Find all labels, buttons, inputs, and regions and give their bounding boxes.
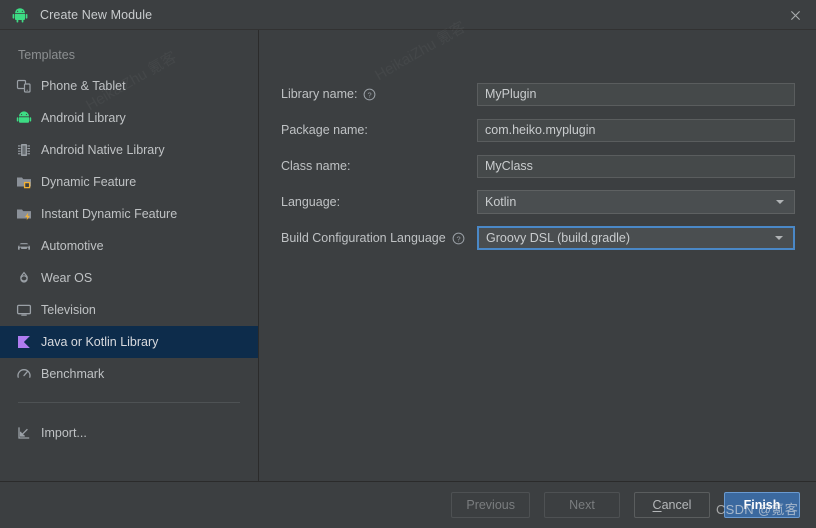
- finish-button[interactable]: Finish: [724, 492, 800, 518]
- dialog-footer: Previous Next Cancel Finish CSDN @氪客: [0, 481, 816, 528]
- library-name-input[interactable]: MyPlugin: [477, 82, 795, 106]
- instant-feature-folder-icon: [17, 209, 31, 221]
- class-name-input[interactable]: MyClass: [477, 154, 795, 178]
- build-configuration-language-label: Build Configuration Language ?: [281, 231, 477, 245]
- module-form: HeikaiZhu 氪客 Library name: ? MyPlugin Pa…: [259, 19, 816, 481]
- dialog-body: HeikaiZhu 氪客 Templates Phone & Tablet: [0, 19, 816, 481]
- package-name-input[interactable]: com.heiko.myplugin: [477, 118, 795, 142]
- label-text: Class name:: [281, 159, 351, 173]
- field-value: MyPlugin: [485, 87, 537, 101]
- sidebar-divider: [18, 402, 240, 403]
- sidebar-item-java-or-kotlin-library[interactable]: Java or Kotlin Library: [0, 326, 258, 358]
- chevron-down-icon: [775, 236, 783, 240]
- label-text: Build Configuration Language: [281, 231, 446, 245]
- sidebar-item-wear-os[interactable]: Wear OS: [0, 262, 258, 294]
- sidebar-item-label: Wear OS: [41, 271, 93, 285]
- sidebar-item-label: Benchmark: [41, 367, 105, 381]
- sidebar-item-television[interactable]: Television: [0, 294, 258, 326]
- package-name-label: Package name:: [281, 123, 477, 137]
- sidebar-item-label: Android Native Library: [41, 143, 165, 157]
- sidebar-item-android-library[interactable]: Android Library: [0, 102, 258, 134]
- sidebar-item-label: Java or Kotlin Library: [41, 335, 159, 349]
- dropdown-value: Groovy DSL (build.gradle): [486, 231, 631, 245]
- sidebar-item-label: Automotive: [41, 239, 104, 253]
- dynamic-feature-folder-icon: [17, 177, 31, 189]
- template-list: Phone & Tablet Android Library Android N…: [0, 70, 258, 390]
- sidebar-item-label: Instant Dynamic Feature: [41, 207, 178, 221]
- svg-text:?: ?: [456, 234, 460, 243]
- field-value: com.heiko.myplugin: [485, 123, 596, 137]
- car-icon: [18, 243, 30, 250]
- templates-header: Templates: [18, 48, 75, 62]
- button-label: Next: [569, 498, 595, 512]
- sidebar-item-import[interactable]: Import...: [0, 417, 258, 449]
- create-new-module-dialog: Create New Module HeikaiZhu 氪客 Templates…: [0, 0, 816, 528]
- svg-text:?: ?: [368, 90, 372, 99]
- sidebar-item-benchmark[interactable]: Benchmark: [0, 358, 258, 390]
- label-text: Library name:: [281, 87, 358, 101]
- kotlin-library-icon: [18, 336, 30, 348]
- sidebar-item-phone-tablet[interactable]: Phone & Tablet: [0, 70, 258, 102]
- form-row-build-configuration-language: Build Configuration Language ? Groovy DS…: [259, 220, 816, 256]
- phone-tablet-icon: [16, 79, 31, 93]
- templates-sidebar: HeikaiZhu 氪客 Templates Phone & Tablet: [0, 30, 259, 481]
- android-robot-icon: [12, 7, 28, 22]
- sidebar-item-automotive[interactable]: Automotive: [0, 230, 258, 262]
- language-label: Language:: [281, 195, 477, 209]
- sidebar-item-android-native-library[interactable]: Android Native Library: [0, 134, 258, 166]
- previous-button[interactable]: Previous: [451, 492, 530, 518]
- build-configuration-language-dropdown[interactable]: Groovy DSL (build.gradle): [477, 226, 795, 250]
- help-icon[interactable]: ?: [452, 232, 465, 245]
- language-dropdown[interactable]: Kotlin: [477, 190, 795, 214]
- form-row-language: Language: Kotlin: [259, 184, 816, 220]
- label-text: Package name:: [281, 123, 368, 137]
- android-robot-icon: [16, 111, 32, 123]
- form-row-class-name: Class name: MyClass: [259, 148, 816, 184]
- form-row-package-name: Package name: com.heiko.myplugin: [259, 112, 816, 148]
- television-icon: [16, 304, 32, 316]
- sidebar-item-instant-dynamic-feature[interactable]: Instant Dynamic Feature: [0, 198, 258, 230]
- form-row-library-name: Library name: ? MyPlugin: [259, 76, 816, 112]
- help-icon[interactable]: ?: [363, 88, 376, 101]
- watch-icon: [20, 271, 28, 283]
- cancel-mnemonic: C: [652, 498, 662, 512]
- benchmark-gauge-icon: [17, 369, 31, 378]
- library-name-label: Library name: ?: [281, 87, 477, 101]
- button-label: Finish: [743, 498, 781, 512]
- chevron-down-icon: [776, 200, 784, 204]
- button-label: Previous: [466, 498, 515, 512]
- close-icon[interactable]: [784, 5, 806, 25]
- native-chip-icon: [18, 144, 30, 156]
- dropdown-value: Kotlin: [485, 195, 517, 209]
- sidebar-item-label: Import...: [41, 426, 87, 440]
- class-name-label: Class name:: [281, 159, 477, 173]
- import-arrow-icon: [18, 427, 30, 439]
- label-text: Language:: [281, 195, 341, 209]
- sidebar-item-label: Dynamic Feature: [41, 175, 137, 189]
- next-button[interactable]: Next: [544, 492, 620, 518]
- sidebar-item-label: Phone & Tablet: [41, 79, 126, 93]
- button-label: ancel: [661, 498, 692, 512]
- sidebar-item-dynamic-feature[interactable]: Dynamic Feature: [0, 166, 258, 198]
- sidebar-item-label: Television: [41, 303, 96, 317]
- window-title: Create New Module: [40, 7, 153, 22]
- title-bar: Create New Module: [0, 0, 816, 30]
- field-value: MyClass: [485, 159, 533, 173]
- sidebar-item-label: Android Library: [41, 111, 126, 125]
- cancel-button[interactable]: Cancel: [634, 492, 710, 518]
